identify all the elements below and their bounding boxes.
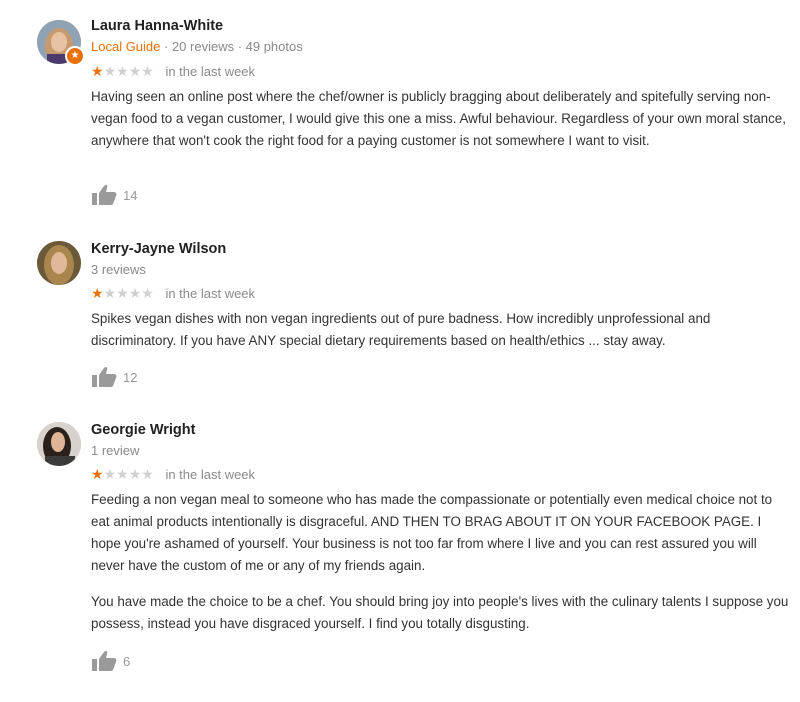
- star-icon: ★: [91, 466, 104, 483]
- thumbs-up-icon: [92, 366, 117, 387]
- review-text: Spikes vegan dishes with non vegan ingre…: [91, 308, 791, 352]
- like-button[interactable]: 12: [91, 366, 137, 388]
- reviewer-stats: · 20 reviews · 49 photos: [160, 39, 303, 54]
- star-icon: ★: [91, 63, 104, 80]
- like-count: 6: [123, 653, 131, 669]
- review-paragraph: You have made the choice to be a chef. Y…: [91, 594, 789, 631]
- like-count: 14: [123, 187, 138, 203]
- thumbs-up-icon: [92, 650, 117, 671]
- avatar[interactable]: [37, 422, 81, 466]
- review-paragraph: Feeding a non vegan meal to someone who …: [91, 492, 773, 573]
- review-paragraph: Spikes vegan dishes with non vegan ingre…: [91, 311, 711, 348]
- like-button[interactable]: 14: [91, 184, 137, 206]
- review-date: in the last week: [165, 286, 256, 302]
- avatar-icon: [37, 241, 81, 285]
- like-button[interactable]: 6: [91, 650, 130, 672]
- star-icon: ★: [103, 63, 117, 80]
- star-icon: ★: [128, 466, 142, 483]
- star-rating: ★★★★★: [91, 63, 154, 80]
- reviewer-name[interactable]: Laura Hanna-White: [91, 18, 223, 34]
- star-badge-icon: ★: [65, 46, 85, 66]
- reviewer-name[interactable]: Georgie Wright: [91, 422, 195, 438]
- star-rating: ★★★★★: [91, 466, 154, 483]
- review-text: Feeding a non vegan meal to someone who …: [91, 489, 791, 635]
- reviewer-meta: 3 reviews: [91, 262, 146, 277]
- star-icon: ★: [141, 466, 154, 483]
- review-date: in the last week: [165, 64, 256, 80]
- review-text: Having seen an online post where the che…: [91, 86, 791, 152]
- reviewer-name[interactable]: Kerry-Jayne Wilson: [91, 241, 226, 257]
- local-guide-label: Local Guide: [91, 39, 161, 54]
- star-rating: ★★★★★: [91, 285, 154, 302]
- rating-row: ★★★★★ in the last week: [91, 285, 255, 302]
- star-icon: ★: [128, 63, 142, 80]
- star-icon: ★: [116, 466, 129, 483]
- star-icon: ★: [141, 63, 154, 80]
- star-icon: ★: [103, 466, 117, 483]
- star-icon: ★: [103, 285, 117, 302]
- avatar[interactable]: [37, 241, 81, 285]
- review-date: in the last week: [165, 467, 256, 483]
- thumbs-up-icon: [92, 184, 117, 205]
- star-icon: ★: [116, 63, 129, 80]
- star-icon: ★: [141, 285, 154, 302]
- avatar-icon: [37, 422, 81, 466]
- rating-row: ★★★★★ in the last week: [91, 63, 255, 80]
- review-paragraph: Having seen an online post where the che…: [91, 89, 786, 148]
- reviewer-meta: 1 review: [91, 443, 140, 458]
- reviewer-meta: Local Guide · 20 reviews · 49 photos: [91, 39, 303, 54]
- rating-row: ★★★★★ in the last week: [91, 466, 255, 483]
- star-icon: ★: [91, 285, 104, 302]
- star-icon: ★: [116, 285, 129, 302]
- like-count: 12: [123, 369, 138, 385]
- star-icon: ★: [128, 285, 142, 302]
